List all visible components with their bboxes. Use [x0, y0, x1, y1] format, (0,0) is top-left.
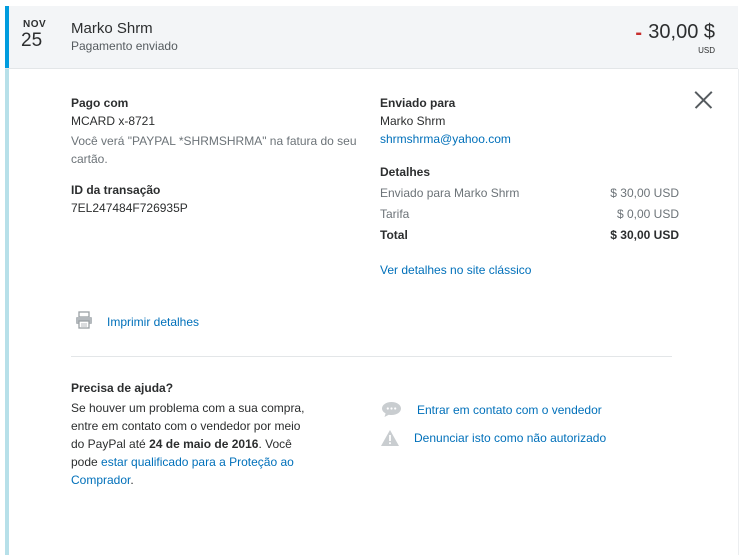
transaction-id-label: ID da transação — [71, 183, 161, 197]
transaction-id-value: 7EL247484F726935P — [71, 201, 188, 215]
section-divider — [71, 356, 672, 357]
sent-to-label: Enviado para — [380, 96, 456, 110]
print-details-link[interactable]: Imprimir detalhes — [107, 315, 199, 329]
header-accent-bar — [5, 6, 9, 68]
classic-site-link[interactable]: Ver detalhes no site clássico — [380, 263, 531, 277]
detail-total-label: Total — [380, 228, 408, 242]
chat-bubble-icon — [381, 401, 402, 423]
detail-total-value: $ 30,00 USD — [610, 228, 679, 242]
transaction-header[interactable]: NOV 25 Marko Shrm Pagamento enviado - 30… — [5, 6, 738, 69]
report-unauthorized-link[interactable]: Denunciar isto como não autorizado — [414, 431, 606, 445]
buyer-protection-link[interactable]: estar qualificado para a Proteção ao Com… — [71, 455, 294, 487]
contact-seller-link[interactable]: Entrar em contato com o vendedor — [417, 403, 602, 417]
card-name: MCARD x-8721 — [71, 114, 156, 128]
help-deadline: 24 de maio de 2016 — [149, 437, 259, 451]
merchant-name: Marko Shrm — [71, 20, 153, 37]
recipient-name: Marko Shrm — [380, 114, 446, 128]
detail-row-label: Enviado para Marko Shrm — [380, 186, 520, 200]
date-month: NOV — [23, 19, 47, 30]
card-statement-note: Você verá "PAYPAL *SHRMSHRMA" na fatura … — [71, 134, 357, 166]
paid-with-label: Pago com — [71, 96, 129, 110]
detail-row-value: $ 0,00 USD — [616, 207, 679, 221]
help-text-part: . — [130, 473, 134, 487]
help-title: Precisa de ajuda? — [71, 381, 174, 395]
details-label: Detalhes — [380, 165, 431, 179]
help-text: Se houver um problema com a sua compra, … — [71, 399, 311, 489]
amount-value: 30,00 $ — [648, 21, 715, 43]
transaction-status: Pagamento enviado — [71, 39, 178, 53]
recipient-email-link[interactable]: shrmshrma@yahoo.com — [380, 132, 511, 146]
date-day: 25 — [21, 30, 43, 51]
amount-sign: - — [635, 22, 642, 44]
close-icon[interactable] — [694, 91, 712, 109]
detail-row-label: Tarifa — [380, 207, 410, 221]
printer-icon[interactable] — [75, 311, 93, 334]
warning-triangle-icon — [380, 429, 400, 452]
detail-row-value: $ 30,00 USD — [610, 186, 679, 200]
amount-currency: USD — [698, 46, 715, 55]
